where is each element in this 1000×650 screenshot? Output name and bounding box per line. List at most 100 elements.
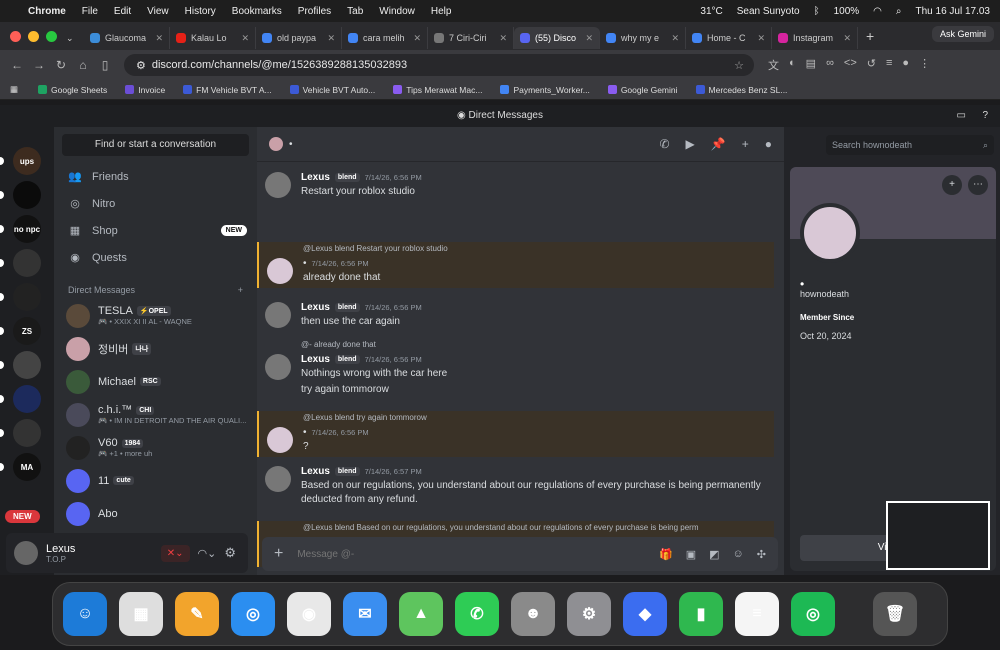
search-input[interactable]: Search hownodeath ⌕ (826, 134, 994, 155)
gift-icon[interactable]: 🎁 (659, 548, 673, 561)
bookmark-item[interactable]: Tips Merawat Mac... (393, 85, 482, 95)
bookmark-item[interactable]: Vehicle BVT Auto... (289, 85, 375, 95)
dock-app-icon[interactable]: ✎ (175, 592, 219, 636)
chat-message[interactable]: Lexus blend 7/14/26, 6:56 PM Restart your r… (257, 170, 774, 204)
browser-tab[interactable]: old paypa ✕ (256, 27, 342, 49)
nav-quests[interactable]: ◉ Quests (54, 244, 257, 271)
reply-preview[interactable]: @Lexus blend Restart your roblox studio (303, 244, 448, 253)
menubar-user[interactable]: Sean Sunyoto (737, 6, 800, 17)
battery-percent[interactable]: 100% (834, 6, 860, 17)
reload-icon[interactable]: ↻ (50, 58, 72, 72)
dm-item[interactable]: 11 cute (54, 464, 257, 497)
wifi-icon[interactable]: ◠ (873, 6, 882, 17)
close-tab-icon[interactable]: ✕ (757, 33, 765, 44)
server-icon[interactable] (13, 351, 41, 379)
close-tab-icon[interactable]: ✕ (671, 33, 679, 44)
reply-preview[interactable]: @Lexus blend try again tommorow (303, 413, 427, 422)
attach-plus-icon[interactable]: + (274, 545, 283, 563)
media-icon[interactable]: ≡ (886, 57, 892, 73)
dock-app-icon[interactable]: ▲ (399, 592, 443, 636)
chat-message[interactable]: @Lexus blend Restart your roblox studio •… (257, 242, 774, 288)
server-icon[interactable]: no npc (13, 215, 41, 243)
server-icon[interactable] (13, 181, 41, 209)
close-tab-icon[interactable]: ✕ (585, 33, 593, 44)
dock-app-icon[interactable]: ◆ (623, 592, 667, 636)
sticker-icon[interactable]: ◩ (709, 548, 719, 561)
dm-item[interactable]: TESLA ⚡OPEL 🎮 • XXIX XI II AL - WAQNE (54, 299, 257, 332)
close-tab-icon[interactable]: ✕ (843, 33, 851, 44)
avatar[interactable] (265, 302, 291, 328)
add-friend-icon[interactable]: + (742, 137, 749, 151)
add-dm-icon[interactable]: + (238, 285, 243, 295)
menu-profiles[interactable]: Profiles (298, 6, 331, 17)
message-author[interactable]: Lexus (301, 172, 330, 183)
close-tab-icon[interactable]: ✕ (327, 33, 335, 44)
dock-app-icon[interactable]: ✉ (343, 592, 387, 636)
minimize-window-button[interactable] (28, 30, 39, 42)
pin-icon[interactable]: 📌 (711, 137, 726, 151)
avatar[interactable] (267, 258, 293, 284)
server-icon[interactable]: ups (13, 147, 41, 175)
menu-help[interactable]: Help (431, 6, 452, 17)
dm-item[interactable]: V60 1984 🎮 +1 • more uh (54, 431, 257, 464)
new-badge[interactable]: NEW (5, 510, 40, 523)
chat-message[interactable]: @- already done that Lexus blend 7/14/26, 6… (257, 338, 774, 404)
browser-tab[interactable]: (55) Disco ✕ (514, 27, 600, 49)
bookmark-item[interactable]: FM Vehicle BVT A... (183, 85, 272, 95)
bluetooth-icon[interactable]: ᛒ (814, 6, 820, 17)
dm-item[interactable]: c.h.i.™ CHI 🎮 • IM IN DETROIT AND THE AIR … (54, 398, 257, 431)
dock-app-icon[interactable]: ◉ (287, 592, 331, 636)
avatar[interactable] (267, 427, 293, 453)
bookmark-item[interactable]: Google Gemini (607, 85, 678, 95)
find-conversation-button[interactable]: Find or start a conversation (62, 134, 249, 156)
server-icon[interactable] (13, 419, 41, 447)
dock-app-icon[interactable]: ⚙ (567, 592, 611, 636)
server-icon[interactable] (13, 385, 41, 413)
bookmark-item[interactable]: Invoice (125, 85, 165, 95)
close-window-button[interactable] (10, 30, 21, 42)
dm-item[interactable]: 정비버 나나 (54, 332, 257, 365)
zoom-window-button[interactable] (46, 30, 57, 42)
dock-app-icon[interactable]: ▮ (679, 592, 723, 636)
video-icon[interactable]: ▶ (686, 137, 695, 151)
message-author[interactable]: Lexus (301, 354, 330, 365)
bookmark-star-icon[interactable]: ☆ (734, 59, 744, 72)
avatar[interactable] (265, 466, 291, 492)
nav-shop[interactable]: ▦ Shop NEW (54, 217, 257, 244)
weather-temp[interactable]: 31°C (700, 6, 722, 17)
avatar[interactable] (265, 172, 291, 198)
new-tab-button[interactable]: + (866, 28, 874, 44)
dm-item[interactable]: Abo (54, 497, 257, 530)
chat-message[interactable]: Lexus blend 7/14/26, 6:57 PM Based on our r… (257, 464, 774, 514)
server-icon[interactable] (13, 249, 41, 277)
bookmark-item[interactable]: Google Sheets (38, 85, 107, 95)
apps-icon[interactable]: ✣ (757, 548, 766, 561)
help-icon[interactable]: ? (982, 105, 988, 127)
mute-icon[interactable]: ✕⌄ (160, 544, 190, 562)
menu-window[interactable]: Window (379, 6, 415, 17)
bookmark-item[interactable]: Mercedes Benz SL... (695, 85, 787, 95)
headphones-icon[interactable]: ◠⌄ (198, 547, 217, 560)
settings-gear-icon[interactable]: ⚙ (224, 545, 236, 561)
menu-history[interactable]: History (185, 6, 216, 17)
message-author[interactable]: Lexus (301, 302, 330, 313)
menubar-app-name[interactable]: Chrome (28, 6, 66, 17)
dock-app-icon[interactable]: ✆ (455, 592, 499, 636)
link-icon[interactable]: ∞ (826, 57, 834, 73)
avatar[interactable] (265, 354, 291, 380)
url-bar[interactable]: ⚙ discord.com/channels/@me/1526389288135… (124, 54, 754, 76)
close-tab-icon[interactable]: ✕ (155, 33, 163, 44)
browser-tab[interactable]: cara melih ✕ (342, 27, 428, 49)
add-friend-icon[interactable]: + (942, 175, 962, 195)
browser-tab[interactable]: Glaucoma ✕ (84, 27, 170, 49)
menu-tab[interactable]: Tab (347, 6, 363, 17)
call-icon[interactable]: ✆ (659, 137, 669, 151)
translate-icon[interactable]: 文 (768, 57, 779, 73)
sidebar-icon[interactable]: ▯ (94, 58, 116, 72)
search-icon[interactable]: ⌕ (896, 6, 902, 17)
reply-preview[interactable]: @- already done that (301, 340, 376, 349)
home-icon[interactable]: ⌂ (72, 58, 94, 72)
close-tab-icon[interactable]: ✕ (413, 33, 421, 44)
devtools-icon[interactable]: <> (844, 57, 857, 73)
ask-gemini-button[interactable]: Ask Gemini (931, 26, 994, 42)
